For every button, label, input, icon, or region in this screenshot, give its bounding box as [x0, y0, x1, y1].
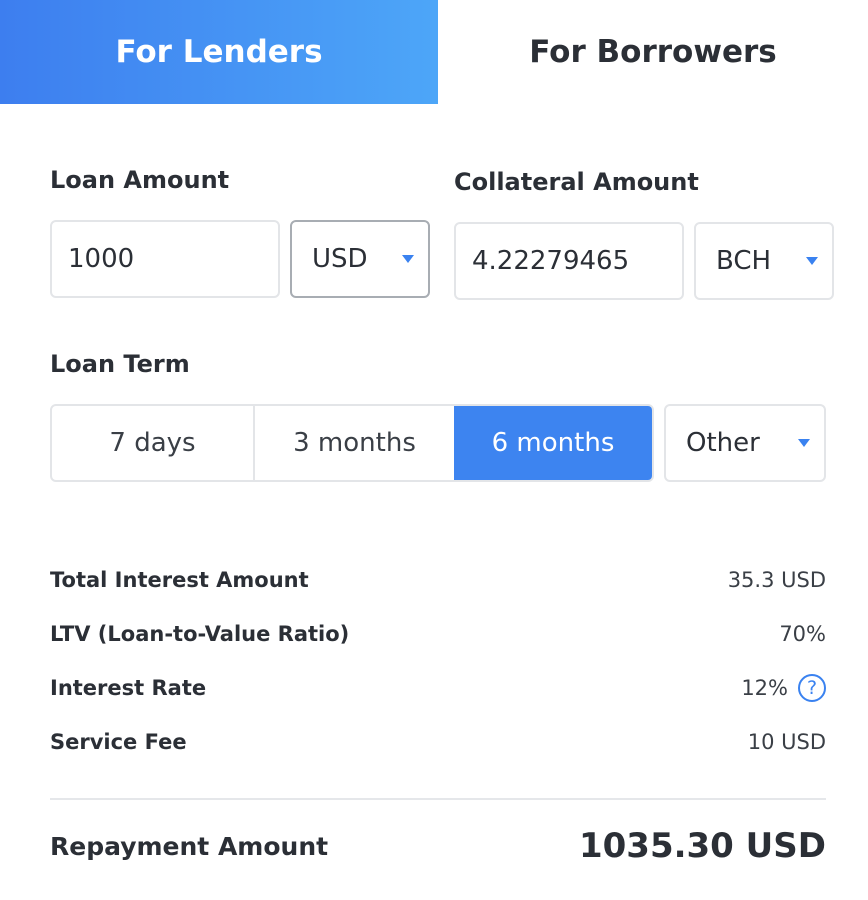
ltv-value: 70% — [779, 622, 826, 646]
service-fee-value: 10 USD — [747, 730, 826, 754]
loan-term-option-3-months[interactable]: 3 months — [255, 406, 454, 480]
collateral-currency-value: BCH — [716, 246, 772, 276]
interest-rate-value: 12% — [741, 676, 788, 700]
loan-term-label: Loan Term — [50, 350, 190, 378]
caret-down-icon — [402, 255, 414, 263]
service-fee-label: Service Fee — [50, 730, 187, 754]
collateral-amount-label: Collateral Amount — [454, 168, 699, 196]
interest-rate-group: 12% ? — [741, 674, 826, 702]
collateral-amount-input[interactable] — [456, 246, 682, 276]
repayment-row: Repayment Amount 1035.30 USD — [50, 826, 826, 866]
tab-for-borrowers[interactable]: For Borrowers — [438, 0, 868, 104]
loan-currency-value: USD — [312, 244, 368, 274]
repayment-amount-value: 1035.30 USD — [578, 826, 826, 866]
summary-row-service-fee: Service Fee 10 USD — [50, 730, 826, 754]
total-interest-label: Total Interest Amount — [50, 568, 309, 592]
interest-rate-label: Interest Rate — [50, 676, 207, 700]
loan-term-segmented-control: 7 days 3 months 6 months — [50, 404, 654, 482]
tab-bar: For Lenders For Borrowers — [0, 0, 868, 104]
summary-row-total-interest: Total Interest Amount 35.3 USD — [50, 568, 826, 592]
loan-term-other-label: Other — [686, 428, 760, 458]
ltv-label: LTV (Loan-to-Value Ratio) — [50, 622, 350, 646]
loan-currency-select[interactable]: USD — [290, 220, 430, 298]
repayment-amount-label: Repayment Amount — [50, 831, 329, 861]
loan-term-option-7-days[interactable]: 7 days — [52, 406, 255, 480]
loan-amount-label: Loan Amount — [50, 166, 230, 194]
collateral-currency-select[interactable]: BCH — [694, 222, 834, 300]
loan-calculator: For Lenders For Borrowers Loan Amount US… — [0, 0, 868, 900]
caret-down-icon — [798, 439, 810, 447]
loan-amount-input[interactable] — [52, 244, 278, 274]
collateral-amount-field[interactable] — [454, 222, 684, 300]
loan-amount-field[interactable] — [50, 220, 280, 298]
tab-for-lenders[interactable]: For Lenders — [0, 0, 438, 104]
summary-row-interest-rate: Interest Rate 12% ? — [50, 674, 826, 702]
loan-term-option-6-months[interactable]: 6 months — [454, 406, 652, 480]
total-interest-value: 35.3 USD — [727, 568, 826, 592]
caret-down-icon — [806, 257, 818, 265]
help-icon[interactable]: ? — [798, 674, 826, 702]
divider — [50, 798, 826, 800]
loan-term-other-select[interactable]: Other — [664, 404, 826, 482]
summary-row-ltv: LTV (Loan-to-Value Ratio) 70% — [50, 622, 826, 646]
